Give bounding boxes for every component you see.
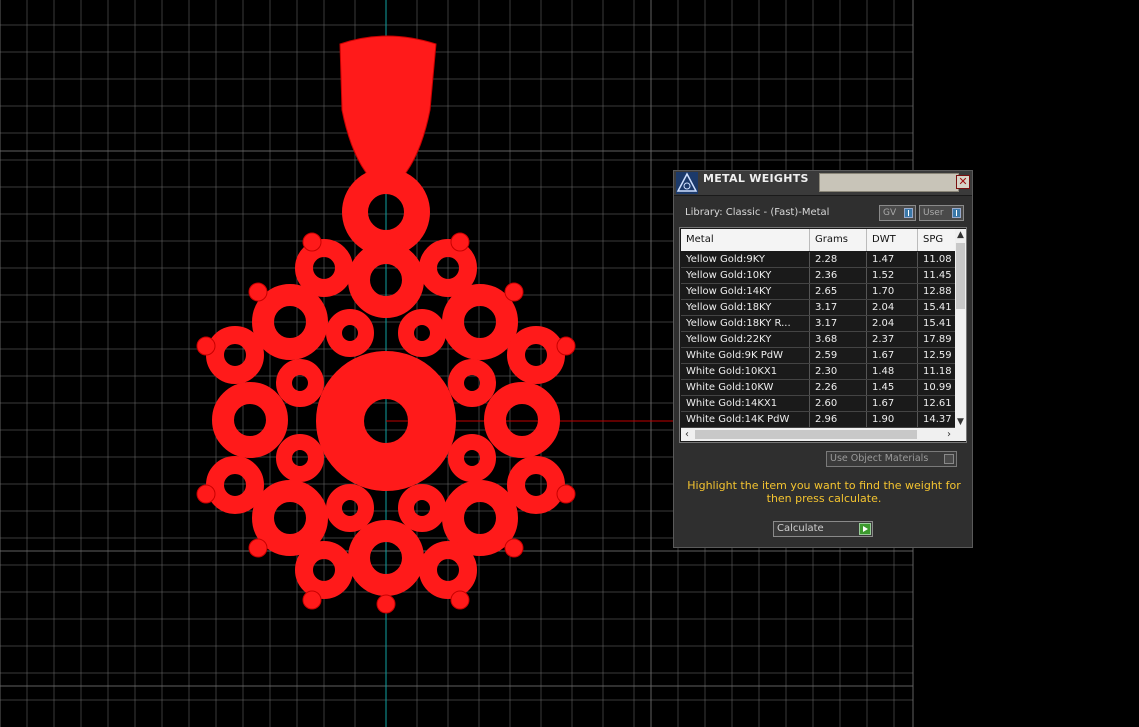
calculate-button[interactable]: Calculate (773, 521, 873, 537)
scroll-right-icon[interactable]: › (943, 428, 955, 441)
hint-text: Highlight the item you want to find the … (687, 479, 961, 505)
cell-grams: 3.68 (810, 332, 867, 347)
cell-dwt: 1.48 (867, 364, 918, 379)
scroll-corner (955, 428, 966, 441)
cell-dwt: 1.67 (867, 348, 918, 363)
user-toggle-label: User (923, 208, 944, 218)
table-row[interactable]: White Gold:9K PdW 2.59 1.67 12.59 (681, 348, 955, 364)
cell-metal: Yellow Gold:14KY (681, 284, 810, 299)
scroll-left-icon[interactable]: ‹ (681, 428, 693, 441)
cell-spg: 11.18 (918, 364, 955, 379)
column-header-metal[interactable]: Metal (681, 229, 810, 251)
cell-grams: 2.96 (810, 412, 867, 427)
play-arrow-icon (859, 523, 871, 535)
cell-dwt: 1.70 (867, 284, 918, 299)
cell-dwt: 2.37 (867, 332, 918, 347)
cell-grams: 2.59 (810, 348, 867, 363)
table-row[interactable]: Yellow Gold:14KY 2.65 1.70 12.88 (681, 284, 955, 300)
cell-metal: White Gold:9K PdW (681, 348, 810, 363)
use-object-materials-toggle[interactable]: Use Object Materials (826, 451, 957, 467)
use-object-materials-label: Use Object Materials (830, 453, 929, 464)
cell-dwt: 2.04 (867, 300, 918, 315)
dialog-title: METAL WEIGHTS (703, 172, 809, 185)
calculate-label: Calculate (777, 523, 824, 534)
metal-table: Metal Grams DWT SPG Yellow Gold:9KY 2.28 1… (679, 227, 967, 443)
vertical-scroll-thumb[interactable] (956, 243, 965, 309)
cell-metal: Yellow Gold:10KY (681, 268, 810, 283)
cell-spg: 11.08 (918, 252, 955, 267)
cell-spg: 17.89 (918, 332, 955, 347)
gv-toggle-label: GV (883, 208, 897, 218)
table-row[interactable]: White Gold:14KX1 2.60 1.67 12.61 (681, 396, 955, 412)
cell-spg: 14.37 (918, 412, 955, 427)
cell-spg: 11.45 (918, 268, 955, 283)
triangle-logo-icon (676, 172, 698, 194)
horizontal-scrollbar[interactable]: ‹ › (681, 428, 955, 441)
cell-dwt: 1.67 (867, 396, 918, 411)
cell-spg: 12.59 (918, 348, 955, 363)
cell-grams: 2.36 (810, 268, 867, 283)
cell-spg: 12.61 (918, 396, 955, 411)
cell-grams: 2.60 (810, 396, 867, 411)
table-row[interactable]: White Gold:14K PdW 2.96 1.90 14.37 (681, 412, 955, 428)
cell-grams: 3.17 (810, 300, 867, 315)
gv-toggle[interactable]: GV (879, 205, 916, 221)
radio-icon (944, 454, 954, 464)
cell-metal: White Gold:14KX1 (681, 396, 810, 411)
table-row[interactable]: Yellow Gold:18KY R... 3.17 2.04 15.41 (681, 316, 955, 332)
toggle-knob-icon (952, 208, 961, 218)
table-row[interactable]: White Gold:10KX1 2.30 1.48 11.18 (681, 364, 955, 380)
table-row[interactable]: Yellow Gold:18KY 3.17 2.04 15.41 (681, 300, 955, 316)
titlebar-drag-area[interactable] (819, 173, 959, 192)
metal-weights-dialog: METAL WEIGHTS ✕ Library: Classic - (Fast… (673, 170, 973, 548)
scroll-up-icon[interactable]: ▲ (955, 229, 966, 241)
library-label: Library: Classic - (Fast)-Metal (685, 207, 830, 218)
cell-dwt: 2.04 (867, 316, 918, 331)
table-body: Yellow Gold:9KY 2.28 1.47 11.08 Yellow Gold:… (681, 252, 955, 428)
cell-dwt: 1.90 (867, 412, 918, 427)
cell-metal: Yellow Gold:9KY (681, 252, 810, 267)
cell-metal: White Gold:14K PdW (681, 412, 810, 427)
cell-grams: 2.26 (810, 380, 867, 395)
cell-spg: 12.88 (918, 284, 955, 299)
vertical-scrollbar[interactable]: ▲ ▼ (955, 229, 966, 428)
cell-spg: 10.99 (918, 380, 955, 395)
cell-metal: Yellow Gold:22KY (681, 332, 810, 347)
cell-grams: 2.65 (810, 284, 867, 299)
cell-dwt: 1.47 (867, 252, 918, 267)
cell-dwt: 1.52 (867, 268, 918, 283)
table-row[interactable]: Yellow Gold:10KY 2.36 1.52 11.45 (681, 268, 955, 284)
column-header-dwt[interactable]: DWT (867, 229, 918, 251)
column-header-spg[interactable]: SPG (918, 229, 958, 251)
cell-grams: 2.28 (810, 252, 867, 267)
scroll-down-icon[interactable]: ▼ (955, 416, 966, 428)
cell-metal: Yellow Gold:18KY (681, 300, 810, 315)
dialog-titlebar[interactable]: METAL WEIGHTS ✕ (674, 171, 972, 196)
cell-metal: White Gold:10KX1 (681, 364, 810, 379)
table-header: Metal Grams DWT SPG (681, 229, 958, 251)
column-header-grams[interactable]: Grams (810, 229, 867, 251)
cell-metal: White Gold:10KW (681, 380, 810, 395)
cell-spg: 15.41 (918, 316, 955, 331)
cell-grams: 3.17 (810, 316, 867, 331)
user-toggle[interactable]: User (919, 205, 964, 221)
toggle-knob-icon (904, 208, 913, 218)
cell-metal: Yellow Gold:18KY R... (681, 316, 810, 331)
table-row[interactable]: Yellow Gold:22KY 3.68 2.37 17.89 (681, 332, 955, 348)
cell-spg: 15.41 (918, 300, 955, 315)
table-row[interactable]: White Gold:10KW 2.26 1.45 10.99 (681, 380, 955, 396)
close-icon[interactable]: ✕ (956, 175, 970, 189)
cell-dwt: 1.45 (867, 380, 918, 395)
horizontal-scroll-thumb[interactable] (695, 430, 917, 439)
table-row[interactable]: Yellow Gold:9KY 2.28 1.47 11.08 (681, 252, 955, 268)
cell-grams: 2.30 (810, 364, 867, 379)
